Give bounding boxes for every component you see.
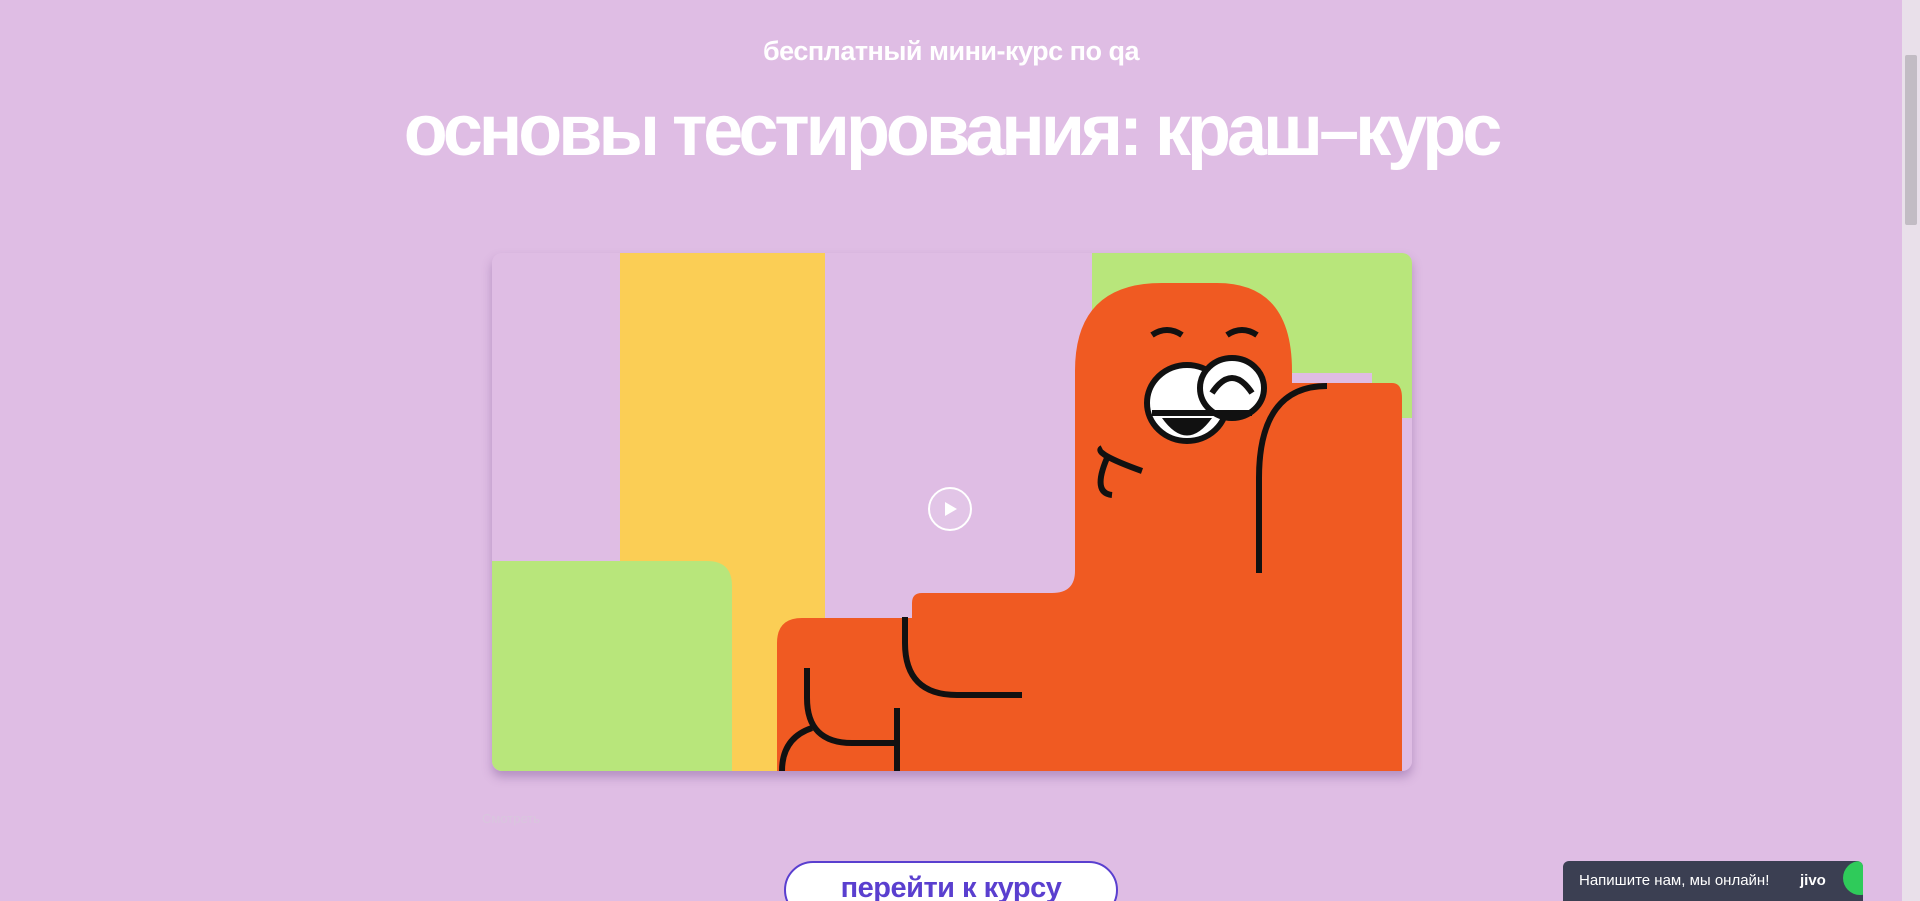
online-status-indicator bbox=[1843, 861, 1863, 895]
play-button[interactable] bbox=[928, 487, 972, 531]
play-icon bbox=[945, 502, 957, 516]
go-to-course-button[interactable]: перейти к курсу bbox=[784, 861, 1118, 901]
jivo-logo: jivo bbox=[1800, 872, 1826, 889]
chat-widget[interactable]: Напишите нам, мы онлайн! jivo bbox=[1563, 861, 1863, 901]
video-player[interactable] bbox=[492, 253, 1412, 771]
vertical-scrollbar[interactable] bbox=[1902, 0, 1920, 901]
course-subtitle: бесплатный мини-курс по qa bbox=[763, 36, 1139, 66]
video-caption: Смотреть bbox=[482, 811, 540, 826]
chat-widget-text: Напишите нам, мы онлайн! bbox=[1579, 872, 1770, 889]
course-title: основы тестирования: краш–курс bbox=[403, 91, 1503, 171]
scrollbar-thumb[interactable] bbox=[1905, 55, 1917, 225]
page: бесплатный мини-курс по qa основы тестир… bbox=[0, 0, 1920, 901]
